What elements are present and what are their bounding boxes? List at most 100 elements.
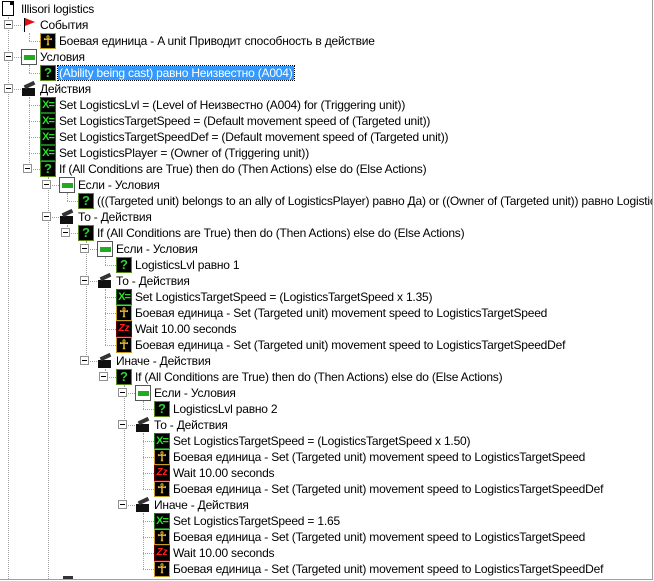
collapse-toggle[interactable] xyxy=(42,212,51,221)
condition-question-icon: ? xyxy=(116,369,132,385)
tree-item[interactable]: Если - Условия xyxy=(0,177,652,193)
tree-item[interactable]: Действия xyxy=(0,81,652,97)
condition-question-icon: ? xyxy=(40,65,56,81)
wait-icon: Zz xyxy=(154,545,170,561)
document-icon xyxy=(2,1,14,16)
tree-item-label: Иначе - Действия xyxy=(116,354,211,368)
tree-item[interactable]: ? LogisticsLvl равно 2 xyxy=(0,401,652,417)
tree-item-label: Действия xyxy=(40,82,91,96)
actions-icon xyxy=(21,81,37,97)
tree-item[interactable]: Zz Wait 10.00 seconds xyxy=(0,545,652,561)
tree-item[interactable]: X= Set LogisticsTargetSpeed = (LogisticsT… xyxy=(0,433,652,449)
actions-icon xyxy=(135,497,151,513)
collapse-toggle[interactable] xyxy=(80,276,89,285)
tree-item-label: Set LogisticsTargetSpeedDef = (Default m… xyxy=(59,130,449,144)
tree-item-label: Боевая единица - Set (Targeted unit) mov… xyxy=(173,562,604,576)
collapse-toggle[interactable] xyxy=(118,420,127,429)
collapse-toggle[interactable] xyxy=(4,84,13,93)
actions-icon xyxy=(59,209,75,225)
condition-question-icon: ? xyxy=(40,161,56,177)
unit-icon: ☥ xyxy=(40,33,56,49)
tree-item[interactable]: X= Set LogisticsLvl = (Level of Неизвестн… xyxy=(0,97,652,113)
set-variable-icon: X= xyxy=(40,97,56,113)
tree-item[interactable]: Zz Wait 10.00 seconds xyxy=(0,321,652,337)
tree-item-label: Боевая единица - Set (Targeted unit) mov… xyxy=(173,482,604,496)
conditions-icon xyxy=(59,177,75,193)
collapse-toggle[interactable] xyxy=(80,244,89,253)
actions-icon xyxy=(63,576,73,579)
condition-question-icon: ? xyxy=(116,257,132,273)
tree-item[interactable]: Иначе - Действия xyxy=(0,353,652,369)
tree-item-label: Set LogisticsTargetSpeed = (Default move… xyxy=(59,114,431,128)
tree-item[interactable]: ☥ Боевая единица - Set (Targeted unit) mo… xyxy=(0,481,652,497)
unit-icon: ☥ xyxy=(116,337,132,353)
tree-item-label: Условия xyxy=(40,50,85,64)
tree-item-label: Set LogisticsTargetSpeed = 1.65 xyxy=(173,514,340,528)
tree-item-label: Set LogisticsTargetSpeed = (LogisticsTar… xyxy=(135,290,433,304)
actions-icon xyxy=(135,417,151,433)
collapse-toggle[interactable] xyxy=(118,388,127,397)
tree-item[interactable]: События xyxy=(0,17,652,33)
tree-item[interactable]: ☥ Боевая единица - Set (Targeted unit) mo… xyxy=(0,449,652,465)
tree-item-label: Если - Условия xyxy=(116,242,198,256)
tree-item[interactable]: ? If (All Conditions are True) then do (T… xyxy=(0,369,652,385)
tree-item-label: Боевая единица - Set (Targeted unit) mov… xyxy=(135,306,548,320)
tree-item-label: If (All Conditions are True) then do (Th… xyxy=(59,162,427,176)
actions-icon xyxy=(97,273,113,289)
tree-item-label: LogisticsLvl равно 1 xyxy=(135,258,240,272)
unit-icon: ☥ xyxy=(154,449,170,465)
tree-item[interactable]: ☥ Боевая единица - A unit Приводит способ… xyxy=(0,33,652,49)
tree-item[interactable]: То - Действия xyxy=(0,417,652,433)
tree-item-label: Illisori logistics xyxy=(21,2,95,16)
tree-item-label: Боевая единица - Set (Targeted unit) mov… xyxy=(173,450,586,464)
conditions-icon xyxy=(97,241,113,257)
tree-item[interactable]: X= Set LogisticsPlayer = (Owner of (Trigg… xyxy=(0,145,652,161)
tree-item[interactable]: Если - Условия xyxy=(0,241,652,257)
tree-item-label: Set LogisticsLvl = (Level of Неизвестно … xyxy=(59,98,406,112)
trigger-tree-view[interactable]: Illisori logistics События ☥ Боевая единица… xyxy=(0,0,653,580)
tree-item[interactable]: ? (((Targeted unit) belongs to an ally of… xyxy=(0,193,652,209)
tree-item-label: (Ability being cast) равно Неизвестно (A… xyxy=(57,65,295,81)
tree-item[interactable]: ☥ Боевая единица - Set (Targeted unit) mo… xyxy=(0,561,652,577)
tree-item[interactable]: Zz Wait 10.00 seconds xyxy=(0,465,652,481)
set-variable-icon: X= xyxy=(40,113,56,129)
tree-item[interactable]: ☥ Боевая единица - Set (Targeted unit) mo… xyxy=(0,529,652,545)
collapse-toggle[interactable] xyxy=(42,180,51,189)
tree-item-label: If (All Conditions are True) then do (Th… xyxy=(135,370,503,384)
event-flag-icon xyxy=(21,17,37,33)
tree-item[interactable]: Illisori logistics xyxy=(0,1,652,17)
tree-item-label: События xyxy=(40,18,89,32)
collapse-toggle[interactable] xyxy=(23,164,32,173)
tree-item[interactable]: X= Set LogisticsTargetSpeed = 1.65 xyxy=(0,513,652,529)
tree-item[interactable]: ? If (All Conditions are True) then do (T… xyxy=(0,225,652,241)
tree-item-label: Wait 10.00 seconds xyxy=(173,546,275,560)
collapse-toggle[interactable] xyxy=(118,500,127,509)
unit-icon: ☥ xyxy=(116,305,132,321)
unit-icon: ☥ xyxy=(154,481,170,497)
tree-item[interactable]: ☥ Боевая единица - Set (Targeted unit) mo… xyxy=(0,337,652,353)
collapse-toggle[interactable] xyxy=(61,228,70,237)
tree-item-label: Wait 10.00 seconds xyxy=(135,322,237,336)
tree-item[interactable]: ? (Ability being cast) равно Неизвестно (… xyxy=(0,65,652,81)
tree-item[interactable]: Условия xyxy=(0,49,652,65)
tree-item[interactable]: Если - Условия xyxy=(0,385,652,401)
tree-item-label: Wait 10.00 seconds xyxy=(173,466,275,480)
tree-item[interactable]: ? If (All Conditions are True) then do (T… xyxy=(0,161,652,177)
tree-item[interactable]: ☥ Боевая единица - Set (Targeted unit) mo… xyxy=(0,305,652,321)
tree-item[interactable]: ? LogisticsLvl равно 1 xyxy=(0,257,652,273)
tree-item-label: То - Действия xyxy=(78,210,152,224)
tree-item-label: Боевая единица - A unit Приводит способн… xyxy=(59,34,375,48)
tree-item-label: Боевая единица - Set (Targeted unit) mov… xyxy=(135,338,566,352)
collapse-toggle[interactable] xyxy=(4,52,13,61)
tree-item[interactable]: X= Set LogisticsTargetSpeed = (Default mo… xyxy=(0,113,652,129)
set-variable-icon: X= xyxy=(154,433,170,449)
collapse-toggle[interactable] xyxy=(80,356,89,365)
tree-item[interactable]: То - Действия xyxy=(0,209,652,225)
tree-item[interactable]: X= Set LogisticsTargetSpeedDef = (Default… xyxy=(0,129,652,145)
tree-item-label: Боевая единица - Set (Targeted unit) mov… xyxy=(173,530,586,544)
tree-item[interactable]: X= Set LogisticsTargetSpeed = (LogisticsT… xyxy=(0,289,652,305)
tree-item[interactable]: Иначе - Действия xyxy=(0,497,652,513)
tree-item[interactable]: То - Действия xyxy=(0,273,652,289)
collapse-toggle[interactable] xyxy=(4,20,13,29)
collapse-toggle[interactable] xyxy=(99,372,108,381)
